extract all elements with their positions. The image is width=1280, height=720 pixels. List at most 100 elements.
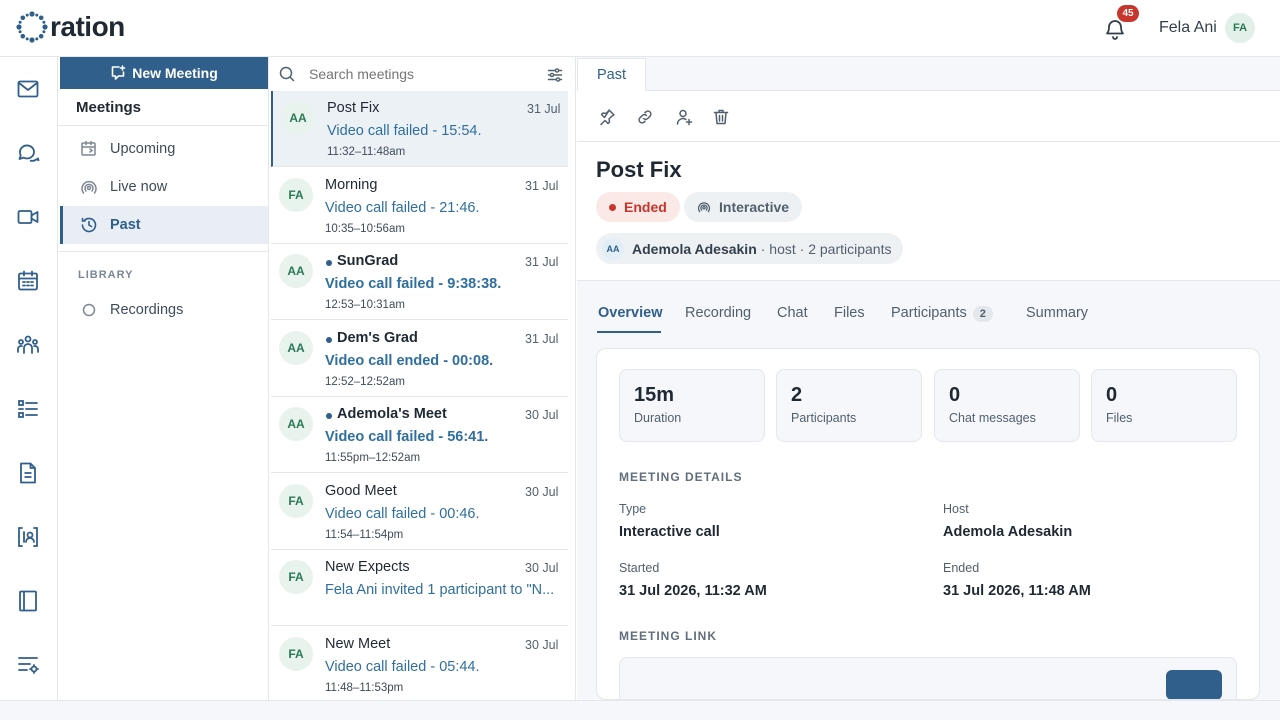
stat-chat-messages: 0 Chat messages bbox=[934, 369, 1080, 442]
stat-value: 15m bbox=[634, 384, 675, 406]
video-icon[interactable] bbox=[16, 205, 40, 229]
list-icon[interactable] bbox=[16, 397, 40, 421]
settings-list-icon[interactable] bbox=[16, 653, 40, 677]
host-avatar: AA bbox=[602, 237, 624, 260]
stat-value: 0 bbox=[949, 384, 961, 406]
stat-duration: 15m Duration bbox=[619, 369, 765, 442]
host-chip[interactable]: AA Ademola Adesakin · host · 2 participa… bbox=[596, 233, 904, 264]
meeting-list: AA Post Fix 31 Jul Video call failed - 15:5… bbox=[269, 57, 576, 700]
people-icon[interactable] bbox=[16, 333, 40, 357]
meeting-list-item[interactable]: AA Dem's Grad 31 Jul Video call ended - 00:… bbox=[271, 320, 568, 397]
bottom-strip bbox=[0, 700, 1280, 720]
calendar-icon[interactable] bbox=[16, 269, 40, 293]
stat-label: Participants bbox=[791, 411, 857, 425]
meeting-date: 31 Jul bbox=[525, 255, 559, 269]
meeting-list-item[interactable]: AA Ademola's Meet 30 Jul Video call failed … bbox=[271, 397, 568, 473]
nav-item-upcoming[interactable]: Upcoming bbox=[60, 130, 268, 168]
trash-icon[interactable] bbox=[712, 108, 730, 126]
stat-value: 2 bbox=[791, 384, 803, 406]
mail-icon[interactable] bbox=[16, 77, 40, 101]
tab-past[interactable]: Past bbox=[577, 58, 646, 91]
tab-files[interactable]: Files bbox=[834, 305, 865, 321]
meeting-list-item[interactable]: FA Morning 31 Jul Video call failed - 21:46… bbox=[271, 167, 568, 244]
meeting-title: Ademola's Meet bbox=[337, 406, 447, 422]
nav-item-label: Upcoming bbox=[110, 141, 176, 157]
meeting-title: Morning bbox=[325, 176, 378, 193]
book-icon[interactable] bbox=[16, 589, 40, 613]
meetings-nav: New Meeting Meetings Upcoming Live now P… bbox=[58, 57, 269, 700]
meeting-list-item[interactable]: FA New Expects 30 Jul Fela Ani invited 1 pa… bbox=[271, 550, 568, 626]
status-badge-label: Ended bbox=[624, 199, 667, 215]
nav-item-recordings[interactable]: Recordings bbox=[60, 291, 268, 329]
nav-item-label: Past bbox=[110, 217, 141, 233]
tab-recording[interactable]: Recording bbox=[685, 305, 751, 321]
add-person-icon[interactable] bbox=[675, 108, 693, 126]
filter-sliders-icon[interactable] bbox=[547, 67, 563, 83]
meeting-date: 30 Jul bbox=[525, 408, 559, 422]
meeting-avatar: FA bbox=[279, 560, 313, 594]
meeting-status: Video call failed - 56:41. bbox=[325, 429, 489, 445]
stat-value: 0 bbox=[1106, 384, 1118, 406]
broadcast-icon bbox=[81, 180, 97, 194]
copy-link-button[interactable] bbox=[1166, 670, 1222, 699]
pin-icon[interactable] bbox=[598, 108, 616, 126]
app-rail bbox=[0, 57, 58, 700]
meeting-list-item[interactable]: AA Post Fix 31 Jul Video call failed - 15:5… bbox=[271, 91, 568, 167]
user-avatar[interactable]: FA bbox=[1225, 13, 1255, 43]
meeting-time: 10:35–10:56am bbox=[325, 222, 405, 235]
new-meeting-button[interactable]: New Meeting bbox=[60, 57, 268, 89]
tab-overview[interactable]: Overview bbox=[598, 305, 663, 321]
meeting-time: 12:53–10:31am bbox=[325, 299, 405, 311]
logo-ring-icon bbox=[16, 11, 48, 43]
meeting-status: Fela Ani invited 1 participant to "N... bbox=[325, 582, 555, 598]
meeting-link-box[interactable] bbox=[619, 657, 1237, 699]
meeting-status: Video call failed - 21:46. bbox=[325, 199, 480, 216]
search-input[interactable] bbox=[309, 65, 529, 83]
nav-divider bbox=[58, 125, 269, 126]
search-icon bbox=[279, 66, 295, 82]
link-icon[interactable] bbox=[636, 108, 654, 126]
nav-item-live-now[interactable]: Live now bbox=[60, 168, 268, 206]
type-label: Type bbox=[619, 502, 647, 516]
user-name[interactable]: Fela Ani bbox=[1159, 19, 1217, 37]
meeting-time: 11:48–11:53pm bbox=[325, 681, 404, 694]
meeting-time: 12:52–12:52am bbox=[325, 375, 405, 388]
stat-label: Files bbox=[1106, 411, 1133, 425]
record-circle-icon bbox=[82, 303, 96, 317]
meeting-link-heading: MEETING LINK bbox=[619, 629, 717, 643]
started-label: Started bbox=[619, 561, 660, 575]
meeting-time: 11:55pm–12:52am bbox=[325, 452, 421, 464]
meeting-list-item[interactable]: AA SunGrad 31 Jul Video call failed - 9:38:… bbox=[271, 244, 568, 320]
stat-label: Duration bbox=[634, 411, 682, 425]
ended-value: 31 Jul 2026, 11:48 AM bbox=[943, 583, 1091, 599]
meeting-avatar: AA bbox=[279, 254, 313, 288]
host-name: Ademola Adesakin bbox=[632, 240, 757, 257]
nav-item-past[interactable]: Past bbox=[60, 206, 268, 244]
tab-participants[interactable]: Participants 2 bbox=[891, 305, 993, 322]
host-value: Ademola Adesakin bbox=[943, 524, 1073, 540]
tab-chat[interactable]: Chat bbox=[777, 305, 808, 321]
meeting-list-item[interactable]: FA Good Meet 30 Jul Video call failed - 00:… bbox=[271, 473, 568, 550]
meeting-avatar: FA bbox=[279, 177, 313, 212]
meeting-title: Post Fix bbox=[596, 157, 682, 182]
new-meeting-label: New Meeting bbox=[132, 65, 218, 81]
ended-label: Ended bbox=[943, 561, 980, 575]
app-logo[interactable]: ration bbox=[16, 11, 125, 43]
detail-tab-bar: Past bbox=[577, 57, 1280, 91]
meeting-title: Good Meet bbox=[325, 482, 397, 499]
nav-item-label: Live now bbox=[110, 179, 168, 195]
meeting-title: New Expects bbox=[325, 559, 410, 575]
chat-icon[interactable] bbox=[16, 141, 40, 165]
meeting-avatar: FA bbox=[279, 636, 313, 671]
meeting-avatar: AA bbox=[281, 101, 315, 135]
broadcast-icon bbox=[697, 202, 711, 213]
meeting-title: Post Fix bbox=[327, 100, 380, 116]
history-icon bbox=[81, 217, 97, 233]
participants-count-badge: 2 bbox=[972, 306, 993, 322]
document-icon[interactable] bbox=[16, 461, 40, 485]
meeting-list-item[interactable]: FA New Meet 30 Jul Video call failed - 05:4… bbox=[271, 626, 568, 700]
tab-summary[interactable]: Summary bbox=[1026, 305, 1088, 321]
contact-card-icon[interactable] bbox=[16, 525, 40, 549]
host-label: Host bbox=[943, 502, 969, 516]
started-value: 31 Jul 2026, 11:32 AM bbox=[619, 583, 767, 599]
